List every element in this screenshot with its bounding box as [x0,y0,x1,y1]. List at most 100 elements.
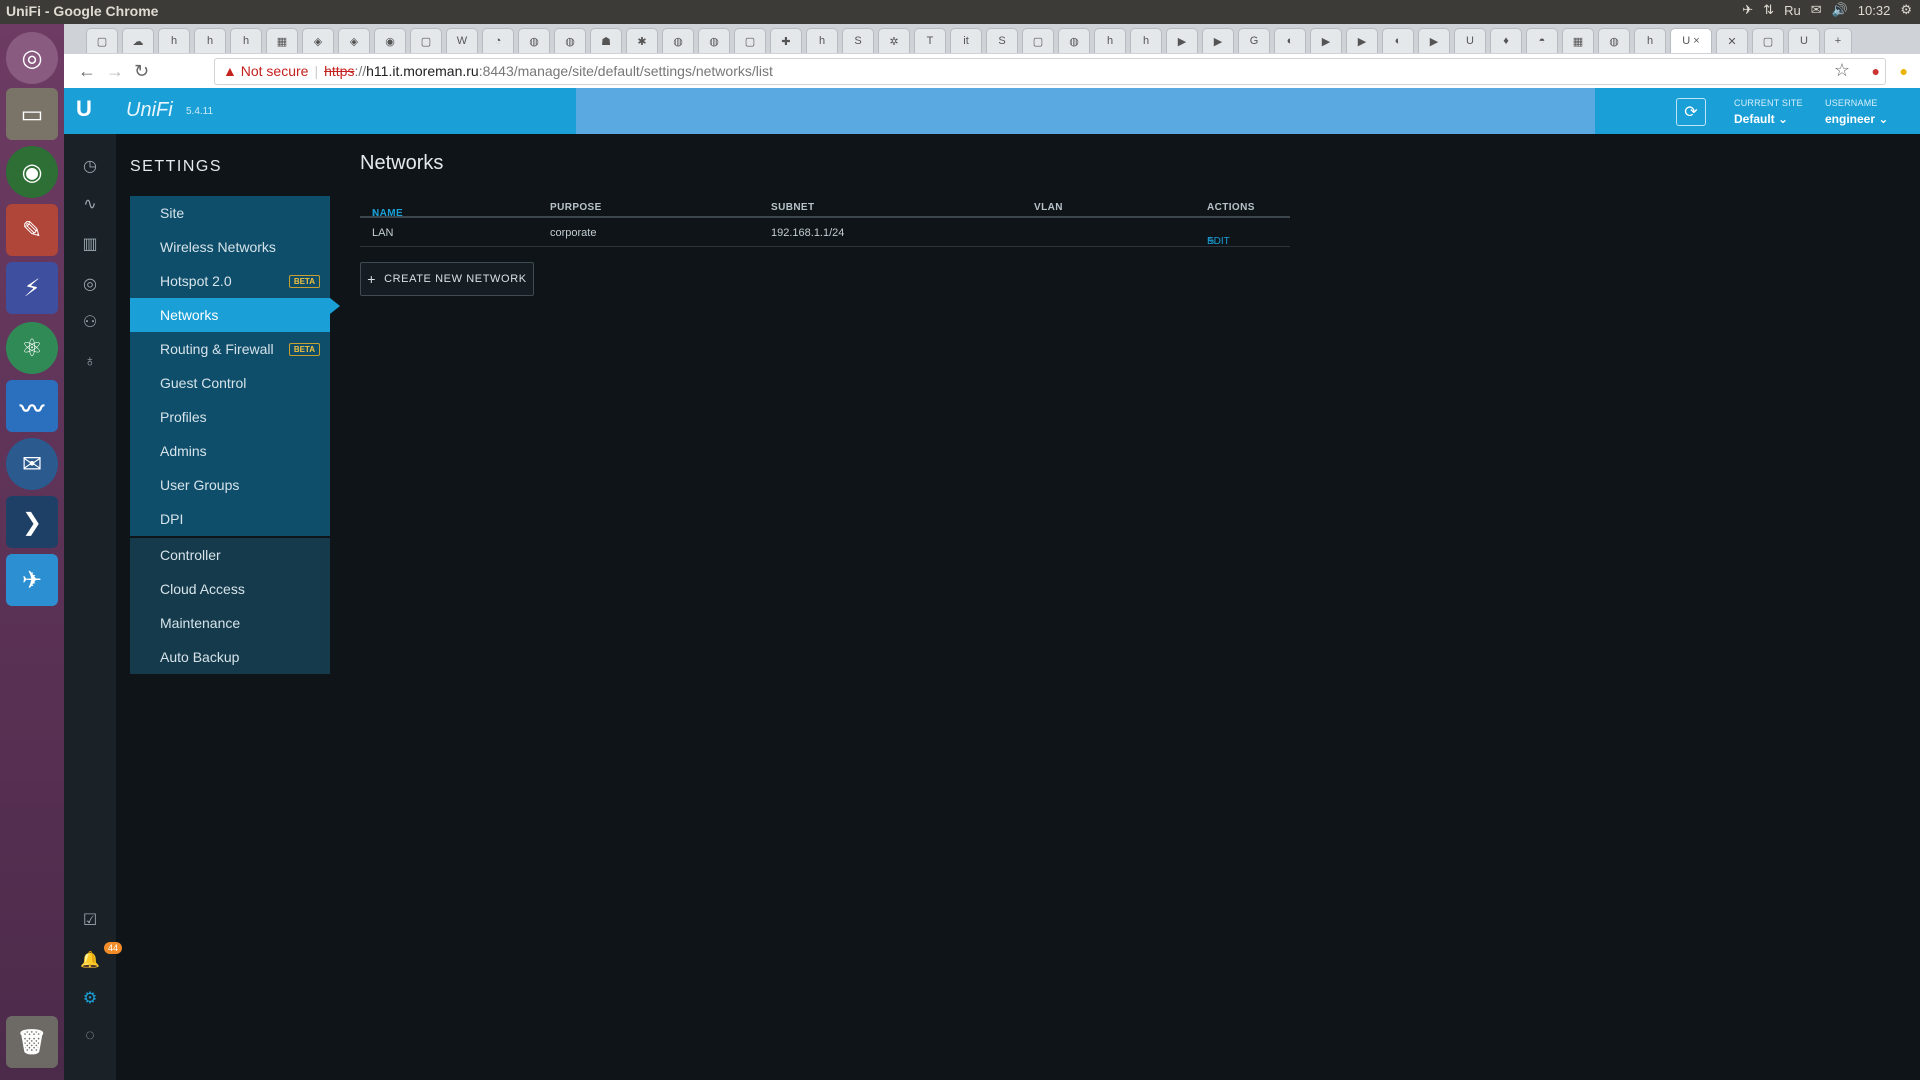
ubiquiti-logo-icon[interactable]: U [76,96,102,124]
address-bar[interactable]: ▲ Not secure | https://h11.it.moreman.ru:8… [214,58,1886,85]
browser-tab[interactable]: ◈ [302,28,334,53]
browser-tab[interactable]: U [1454,28,1486,53]
events-bell-icon[interactable]: 🔔 44 [78,942,123,972]
menu-item-dpi[interactable]: DPI [130,502,330,536]
menu-item-hotspot[interactable]: Hotspot 2.0 BETA [130,264,330,298]
browser-tab[interactable]: h [806,28,838,53]
menu-item-routing-firewall[interactable]: Routing & Firewall BETA [130,332,330,366]
network-tray-icon[interactable]: ⇅ [1763,2,1774,18]
browser-tab[interactable]: ▦ [266,28,298,53]
files-icon[interactable]: ▭ [6,88,58,140]
system-monitor-icon[interactable]: 〰 [6,380,58,432]
system-tools-icon[interactable]: ✎ [6,204,58,256]
settings-icon[interactable]: ⚙ [78,986,102,1010]
keyboard-layout-indicator[interactable]: Ru [1784,3,1801,18]
browser-tab[interactable]: ▶ [1310,28,1342,53]
menu-item-admins[interactable]: Admins [130,434,330,468]
app-launcher-icon[interactable]: ❯ [6,496,58,548]
browser-tab[interactable]: h [230,28,262,53]
profile-icon[interactable]: ● [1900,63,1908,79]
menu-item-guest-control[interactable]: Guest Control [130,366,330,400]
reload-icon[interactable]: ↻ [134,61,149,82]
settings-gear-icon[interactable]: ⚙ [1900,2,1912,18]
browser-tab[interactable]: ☗ [590,28,622,53]
not-secure-warning-icon[interactable]: ▲ [215,63,241,79]
menu-item-auto-backup[interactable]: Auto Backup [130,640,330,674]
security-label[interactable]: Not secure [241,63,309,79]
browser-tab[interactable]: ◍ [662,28,694,53]
menu-item-controller[interactable]: Controller [130,538,330,572]
browser-tab[interactable]: ◍ [518,28,550,53]
extension-icon[interactable]: ● [1872,63,1880,79]
browser-tab[interactable]: ◍ [1598,28,1630,53]
browser-tab[interactable]: ◐ [1382,28,1414,53]
browser-tab[interactable]: ♦ [1490,28,1522,53]
menu-item-profiles[interactable]: Profiles [130,400,330,434]
browser-tab[interactable]: ▶ [1166,28,1198,53]
chrome-icon[interactable]: ◉ [6,146,58,198]
forward-arrow-icon[interactable]: → [106,61,124,82]
menu-item-cloud-access[interactable]: Cloud Access [130,572,330,606]
browser-tab[interactable]: ▦ [1562,28,1594,53]
browser-tab[interactable]: it [950,28,982,53]
browser-tab[interactable]: ▶ [1418,28,1450,53]
bookmark-star-icon[interactable]: ☆ [1834,60,1850,81]
menu-item-user-groups[interactable]: User Groups [130,468,330,502]
browser-tab[interactable]: ◍ [1058,28,1090,53]
browser-tab[interactable]: ▢ [1022,28,1054,53]
user-menu[interactable]: engineer ⌄ [1825,112,1888,126]
atom-editor-icon[interactable]: ⚛ [6,322,58,374]
ubuntu-dash-icon[interactable]: ◎ [6,32,58,84]
browser-tab[interactable]: T [914,28,946,53]
site-selector[interactable]: Default ⌄ [1734,112,1788,126]
browser-tab[interactable]: ◐ [1274,28,1306,53]
browser-tab[interactable]: W [446,28,478,53]
browser-tab[interactable]: ◓ [1526,28,1558,53]
browser-tab[interactable]: h [158,28,190,53]
browser-tab[interactable]: ▶ [1346,28,1378,53]
browser-tab[interactable]: ▢ [734,28,766,53]
menu-item-wireless-networks[interactable]: Wireless Networks [130,230,330,264]
mail-icon[interactable]: ✉ [1811,2,1822,18]
menu-item-site[interactable]: Site [130,196,330,230]
telegram-icon[interactable]: ✈ [6,554,58,606]
browser-tab[interactable]: ◔ [482,28,514,53]
browser-tab[interactable]: h [1130,28,1162,53]
browser-tab-active[interactable]: U × [1670,28,1712,53]
menu-item-networks[interactable]: Networks [130,298,330,332]
menu-item-maintenance[interactable]: Maintenance [130,606,330,640]
browser-tab[interactable]: ✚ [770,28,802,53]
browser-tab[interactable]: ◉ [374,28,406,53]
column-header-vlan[interactable]: VLAN [1034,202,1063,213]
browser-tab[interactable]: ▶ [1202,28,1234,53]
browser-tab[interactable]: G [1238,28,1270,53]
new-tab-button[interactable]: + [1824,28,1852,53]
dashboard-icon[interactable]: ◷ [78,154,102,178]
back-arrow-icon[interactable]: ← [78,61,96,82]
chat-icon[interactable]: ◌ [78,1024,102,1048]
browser-tab[interactable]: S [842,28,874,53]
volume-icon[interactable]: 🔊 [1832,2,1848,18]
remote-desktop-icon[interactable]: ⚡ [6,262,58,314]
browser-tab[interactable]: ◍ [698,28,730,53]
insights-icon[interactable]: ♁ [78,350,102,374]
browser-tab[interactable]: ✲ [878,28,910,53]
browser-tab[interactable]: ▢ [86,28,118,53]
browser-tab[interactable]: ✱ [626,28,658,53]
clients-icon[interactable]: ⚇ [78,310,102,334]
refresh-icon[interactable]: ⟳ [1676,98,1706,126]
browser-tab[interactable]: h [194,28,226,53]
browser-tab[interactable]: h [1634,28,1666,53]
browser-tab[interactable]: ▢ [1752,28,1784,53]
devices-icon[interactable]: ◎ [78,272,102,296]
column-header-purpose[interactable]: PURPOSE [550,202,602,213]
browser-tab[interactable]: ☁ [122,28,154,53]
browser-tab[interactable]: h [1094,28,1126,53]
map-icon[interactable]: ▥ [78,232,102,256]
browser-tab[interactable]: ◍ [554,28,586,53]
alerts-icon[interactable]: ☑ [78,908,102,932]
telegram-tray-icon[interactable]: ✈ [1742,2,1753,18]
thunderbird-icon[interactable]: ✉ [6,438,58,490]
statistics-icon[interactable]: ∿ [78,192,102,216]
browser-tab[interactable]: U [1788,28,1820,53]
